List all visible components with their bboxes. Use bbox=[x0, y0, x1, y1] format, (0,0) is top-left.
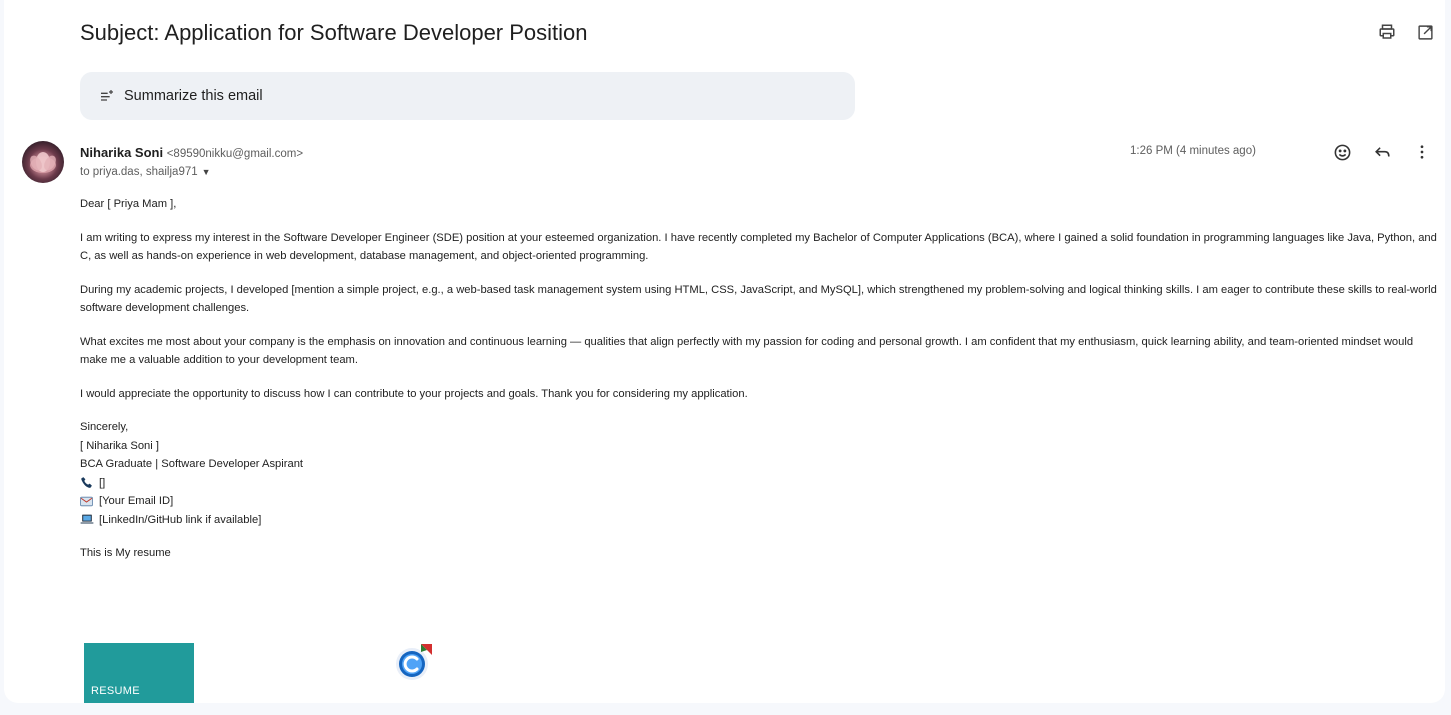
email-body: Dear [ Priya Mam ], I am writing to expr… bbox=[80, 195, 1440, 578]
chevron-down-icon[interactable]: ▼ bbox=[202, 167, 211, 177]
printer-icon bbox=[1379, 24, 1395, 39]
email-paragraph-4: I would appreciate the opportunity to di… bbox=[80, 387, 748, 400]
laptop-icon bbox=[80, 514, 96, 525]
email-paragraph-2: During my academic projects, I developed… bbox=[80, 283, 1437, 315]
email-subject: Subject: Application for Software Develo… bbox=[80, 20, 588, 45]
add-reaction-button[interactable] bbox=[1332, 142, 1352, 162]
reply-button[interactable] bbox=[1372, 142, 1392, 162]
message-actions bbox=[1332, 142, 1432, 162]
more-options-button[interactable] bbox=[1412, 142, 1432, 162]
resume-attachment-thumbnail[interactable]: RESUME bbox=[84, 643, 194, 703]
emoji-smiley-icon bbox=[1334, 144, 1350, 160]
email-paragraph-1: I am writing to express my interest in t… bbox=[80, 231, 1437, 263]
email-paragraph-3: What excites me most about your company … bbox=[80, 335, 1414, 367]
avatar[interactable] bbox=[22, 141, 64, 183]
attachment-label: RESUME bbox=[91, 685, 140, 697]
phone-icon bbox=[80, 476, 96, 489]
signature-phone: [] bbox=[99, 476, 106, 489]
email-view-panel: Subject: Application for Software Develo… bbox=[4, 0, 1445, 703]
open-in-new-window-button[interactable] bbox=[1415, 22, 1435, 42]
email-greeting: Dear [ Priya Mam ], bbox=[80, 198, 177, 210]
signature-link-line: [LinkedIn/GitHub link if available] bbox=[80, 511, 1440, 530]
email-timestamp: 1:26 PM (4 minutes ago) bbox=[1130, 145, 1256, 157]
signature-phone-line: [] bbox=[80, 474, 1440, 493]
sender-email: <89590nikku@gmail.com> bbox=[166, 148, 304, 160]
signature-block: Sincerely, [ Niharika Soni ] BCA Graduat… bbox=[80, 418, 1440, 529]
summarize-sparkle-icon bbox=[98, 87, 116, 105]
signature-title: BCA Graduate | Software Developer Aspira… bbox=[80, 458, 304, 470]
more-vertical-icon bbox=[1420, 145, 1424, 159]
reply-arrow-icon bbox=[1374, 146, 1390, 156]
email-closing-note: This is My resume bbox=[80, 547, 171, 559]
print-button[interactable] bbox=[1377, 22, 1397, 42]
envelope-icon bbox=[80, 496, 96, 507]
summarize-email-button[interactable]: Summarize this email bbox=[80, 72, 855, 120]
sender-name[interactable]: Niharika Soni bbox=[80, 145, 163, 160]
summarize-label: Summarize this email bbox=[124, 88, 263, 104]
open-in-new-window-icon bbox=[1417, 24, 1433, 40]
sender-line: Niharika Soni <89590nikku@gmail.com> bbox=[80, 145, 303, 160]
subject-toolbar bbox=[1377, 22, 1435, 42]
signature-name: [ Niharika Soni ] bbox=[80, 439, 159, 452]
signature-email: [Your Email ID] bbox=[99, 495, 174, 507]
recipients: to priya.das, shailja971 bbox=[80, 166, 198, 178]
extension-c-icon[interactable] bbox=[394, 642, 434, 682]
signature-link: [LinkedIn/GitHub link if available] bbox=[99, 513, 262, 526]
signature-email-line: [Your Email ID] bbox=[80, 492, 1440, 511]
signature-closing: Sincerely, bbox=[80, 421, 129, 433]
recipients-line: to priya.das, shailja971 ▼ bbox=[80, 166, 211, 178]
